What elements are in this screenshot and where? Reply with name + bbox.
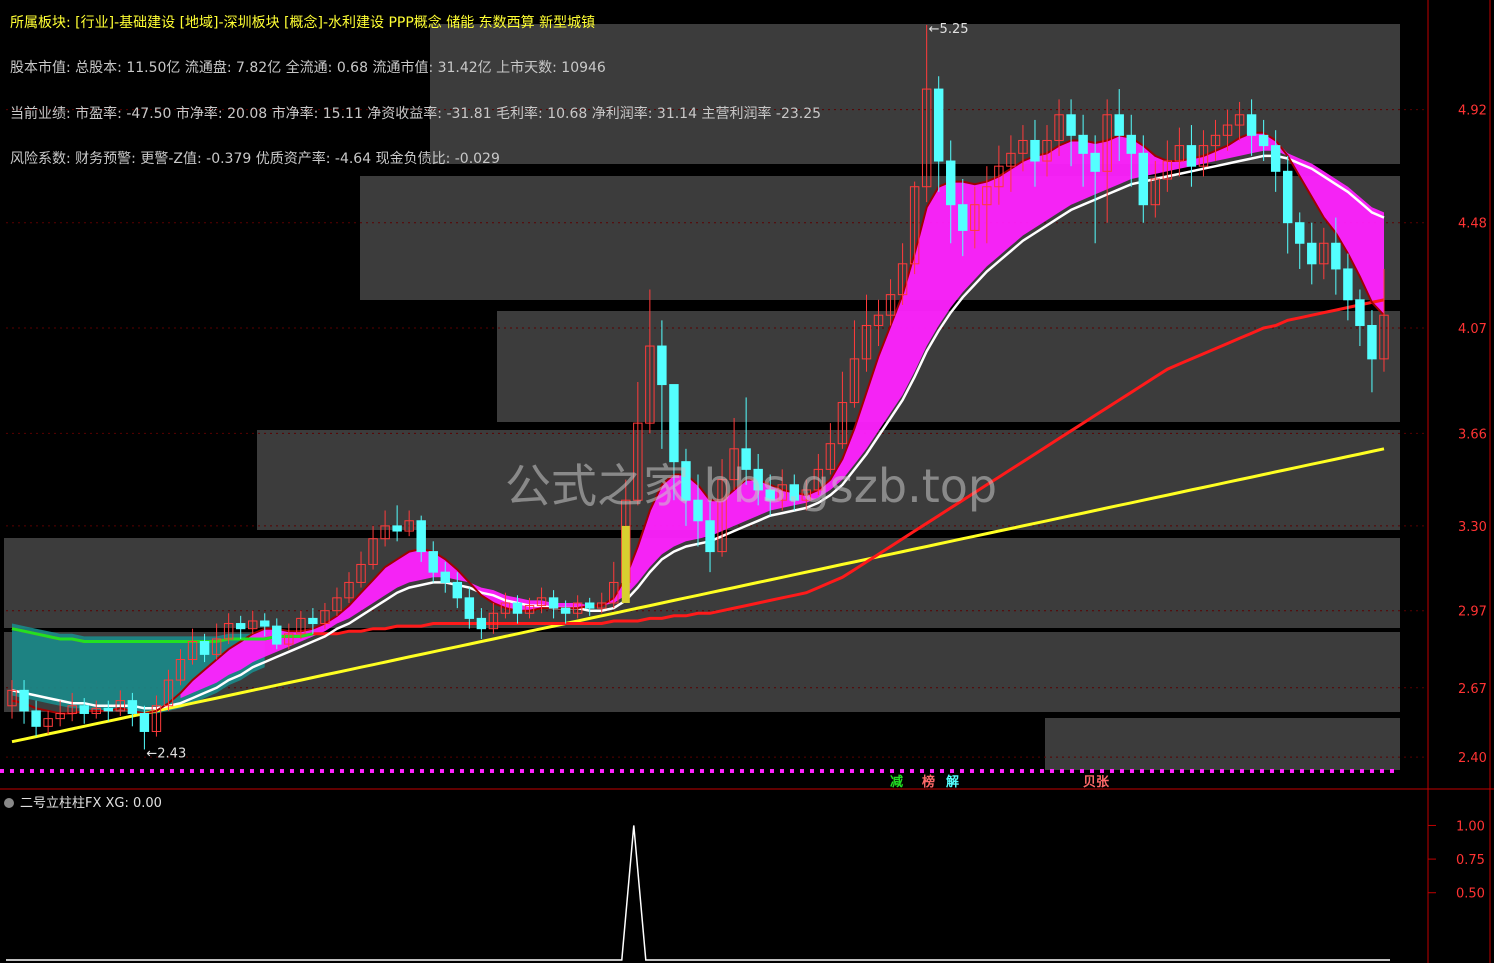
candle-body <box>1282 170 1293 224</box>
candle-body <box>1270 145 1281 172</box>
signal-label: 解 <box>945 774 959 790</box>
sub-chart-title[interactable]: 二号立柱柱FX XG: 0.00 <box>4 792 162 811</box>
candle-body <box>1186 145 1197 167</box>
candle-body <box>260 620 270 627</box>
candle-body <box>1331 242 1341 270</box>
candle-body <box>392 525 402 532</box>
candle-body <box>476 617 487 630</box>
y-tick-label: 3.66 <box>1458 427 1487 442</box>
candle-body <box>1295 222 1305 244</box>
low-price-label: ←2.43 <box>146 746 186 761</box>
candle-body <box>705 520 715 553</box>
performance-info-line: 当前业绩: 市盈率: -47.50 市净率: 20.08 市净率: 15.11 … <box>10 106 822 122</box>
candle-body <box>272 625 282 645</box>
y-tick-label: 2.97 <box>1458 605 1487 620</box>
y-tick-label: 4.48 <box>1458 217 1487 232</box>
signal-label: 减 <box>890 774 903 790</box>
candle-body <box>19 689 29 712</box>
y-tick-label: 2.40 <box>1458 751 1487 766</box>
y-tick-label: 4.92 <box>1458 104 1487 119</box>
candle-body <box>428 551 438 573</box>
signal-label: 贝张 <box>1083 775 1110 790</box>
xg-signal-line <box>6 825 1390 961</box>
risk-info-line: 风险系数: 财务预警: 更警-Z值: -0.379 优质资产率: -4.64 现… <box>10 151 500 167</box>
candle-body <box>235 623 246 630</box>
high-price-label: ←5.25 <box>929 22 969 37</box>
candle-body <box>946 160 956 206</box>
sub-y-tick-label: 1.00 <box>1456 819 1485 834</box>
candle-body <box>657 345 667 386</box>
sub-y-tick-label: 0.75 <box>1456 853 1485 868</box>
candle-body <box>452 581 463 599</box>
candle-body <box>199 641 210 655</box>
candle-body <box>958 204 968 231</box>
candle-body <box>933 88 944 162</box>
candle-body <box>103 707 114 712</box>
candle-body <box>464 597 475 619</box>
price-zone-panel <box>360 176 1400 300</box>
candle-body <box>548 597 559 609</box>
candle-body <box>416 520 426 553</box>
capital-info-line: 股本市值: 总股本: 11.50亿 流通盘: 7.82亿 全流通: 0.68 流… <box>10 60 606 76</box>
collapse-circle-icon[interactable] <box>4 798 14 808</box>
candle-body <box>308 617 318 625</box>
price-zone-panel <box>1045 718 1400 770</box>
candle-body <box>31 710 41 727</box>
candle-body <box>1078 134 1088 154</box>
candle-body <box>440 571 450 583</box>
candle-body <box>127 700 138 714</box>
signal-bar <box>621 525 630 603</box>
candle-body <box>1090 152 1100 172</box>
signal-label: 榜 <box>922 774 935 790</box>
sub-chart-title-text: 二号立柱柱FX XG: 0.00 <box>20 796 162 811</box>
candle-body <box>1066 114 1076 136</box>
candle-body <box>1030 139 1040 162</box>
candle-body <box>512 602 523 614</box>
candle-body <box>1126 134 1136 154</box>
candle-body <box>1246 114 1257 136</box>
y-tick-label: 3.30 <box>1458 520 1487 535</box>
y-tick-label: 4.07 <box>1458 322 1487 337</box>
candle-body <box>139 712 150 732</box>
y-tick-label: 2.67 <box>1458 682 1487 697</box>
sub-y-tick-label: 0.50 <box>1456 887 1485 902</box>
candle-body <box>1307 242 1317 265</box>
candle-body <box>1114 114 1124 136</box>
candle-body <box>1343 268 1353 301</box>
sector-info-line: 所属板块: [行业]-基础建设 [地域]-深圳板块 [概念]-水利建设 PPP概… <box>10 15 596 31</box>
candle-body <box>560 607 571 614</box>
candle-body <box>1367 324 1377 360</box>
candle-body <box>1138 152 1148 206</box>
watermark-text: 公式之家 bbs.gszb.top <box>505 459 998 513</box>
candle-body <box>1355 299 1365 326</box>
candle-body <box>584 602 595 609</box>
candle-body <box>1258 134 1269 147</box>
candle-body <box>79 705 89 714</box>
